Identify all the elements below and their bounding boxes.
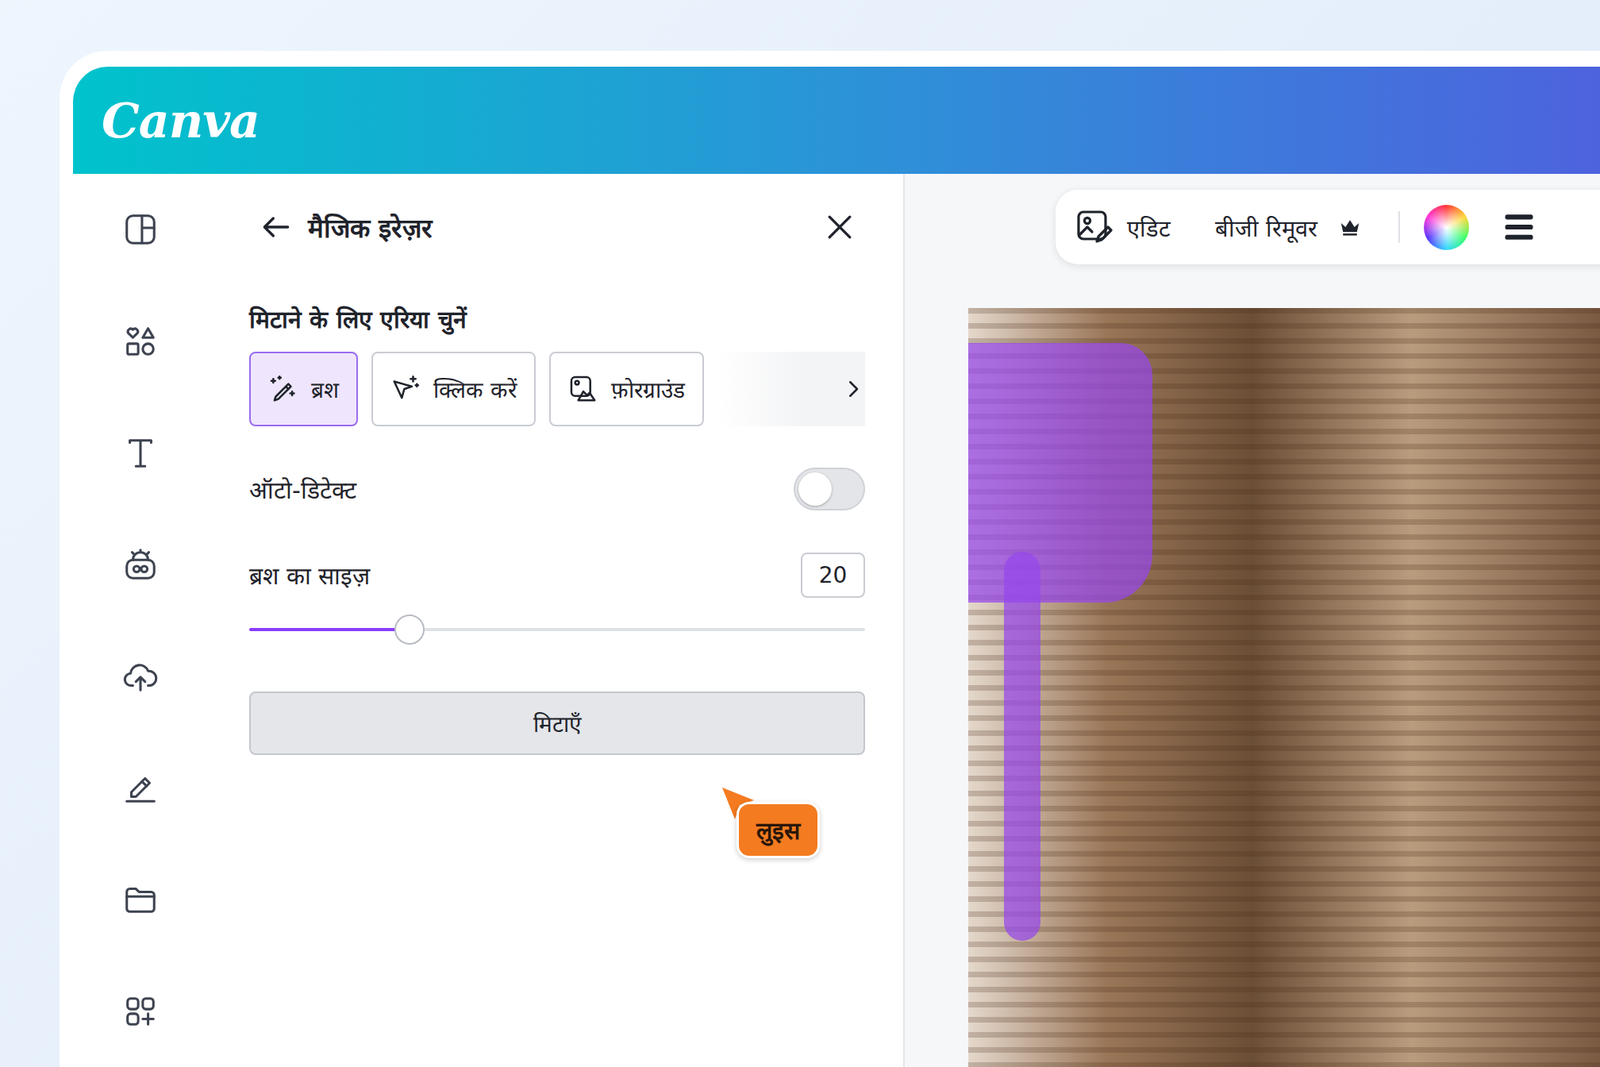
editor-body: मैजिक इरेज़र मिटाने के लिए एरिया चुनें ब्र… bbox=[73, 173, 1600, 1067]
app-window: Canva मैजिक इरेज़र मिटाने के लिए एरिया चुन… bbox=[59, 50, 1600, 1067]
magic-click-icon bbox=[390, 373, 421, 404]
brand-icon[interactable] bbox=[122, 546, 159, 583]
edit-button[interactable]: एडिट bbox=[1074, 207, 1171, 247]
auto-detect-row: ऑटो-डिटेक्ट bbox=[249, 467, 866, 511]
chevron-right-icon bbox=[841, 376, 866, 401]
bg-remover-label: बीजी रिमूवर bbox=[1215, 211, 1318, 243]
panel-title: मैजिक इरेज़र bbox=[307, 209, 434, 246]
magic-brush-icon bbox=[268, 373, 299, 404]
back-arrow-icon[interactable] bbox=[258, 209, 294, 245]
auto-detect-toggle[interactable] bbox=[793, 467, 866, 511]
toggle-knob bbox=[798, 472, 832, 506]
collaborator-cursor: लुइस bbox=[719, 784, 758, 823]
brush-stroke bbox=[968, 342, 1153, 603]
more-modes-button[interactable] bbox=[717, 351, 866, 427]
mode-label: क्लिक करें bbox=[433, 373, 517, 404]
rail-item[interactable] bbox=[73, 731, 208, 844]
rail-item[interactable] bbox=[73, 173, 208, 286]
rail-item[interactable] bbox=[73, 285, 208, 398]
photo[interactable] bbox=[968, 307, 1600, 1067]
menu-icon[interactable] bbox=[1502, 210, 1536, 244]
canva-logo[interactable]: Canva bbox=[101, 92, 260, 149]
auto-detect-label: ऑटो-डिटेक्ट bbox=[249, 473, 357, 506]
image-toolbar: एडिट बीजी रिमूवर bbox=[1055, 189, 1600, 265]
mode-label: ब्रश bbox=[311, 373, 339, 404]
rail-item[interactable] bbox=[73, 508, 208, 621]
color-wheel-icon[interactable] bbox=[1423, 204, 1470, 250]
uploads-icon[interactable] bbox=[122, 657, 159, 695]
click-mode-button[interactable]: क्लिक करें bbox=[371, 351, 536, 427]
mode-label: फ़ोरग्राउंड bbox=[611, 373, 685, 404]
text-icon[interactable] bbox=[122, 434, 159, 472]
rail-item[interactable] bbox=[73, 954, 208, 1067]
side-rail bbox=[73, 173, 208, 1067]
foreground-image-icon bbox=[568, 373, 599, 404]
collaborator-name: लुइस bbox=[736, 801, 820, 858]
brush-size-row: ब्रश का साइज़ 20 bbox=[249, 552, 866, 598]
slider-fill bbox=[249, 627, 410, 631]
slider-thumb[interactable] bbox=[394, 614, 425, 645]
magic-eraser-panel: मैजिक इरेज़र मिटाने के लिए एरिया चुनें ब्र… bbox=[207, 173, 905, 1067]
foreground-mode-button[interactable]: फ़ोरग्राउंड bbox=[549, 351, 704, 427]
projects-icon[interactable] bbox=[122, 880, 159, 918]
rail-item[interactable] bbox=[73, 396, 208, 509]
section-label: मिटाने के लिए एरिया चुनें bbox=[249, 303, 866, 336]
bg-remover-button[interactable]: बीजी रिमूवर bbox=[1215, 211, 1362, 243]
brush-stroke bbox=[1003, 551, 1041, 941]
slider-track bbox=[249, 627, 866, 631]
apps-icon[interactable] bbox=[122, 992, 159, 1030]
rail-item[interactable] bbox=[73, 843, 208, 956]
edit-label: एडिट bbox=[1126, 211, 1171, 243]
close-icon[interactable] bbox=[822, 209, 858, 245]
draw-icon[interactable] bbox=[122, 769, 159, 806]
page: Canva मैजिक इरेज़र मिटाने के लिए एरिया चुन… bbox=[0, 0, 1600, 1067]
rail-item[interactable] bbox=[73, 620, 208, 733]
toolbar-divider bbox=[1398, 211, 1400, 243]
erase-button[interactable]: मिटाएँ bbox=[249, 691, 866, 755]
elements-icon[interactable] bbox=[122, 323, 159, 360]
brush-size-slider[interactable] bbox=[249, 614, 866, 645]
brush-size-label: ब्रश का साइज़ bbox=[249, 558, 370, 592]
image-edit-icon bbox=[1074, 207, 1113, 247]
canvas-area: एडिट बीजी रिमूवर bbox=[904, 173, 1600, 1067]
mode-row: ब्रश क्लिक करें फ़ोरग्राउंड bbox=[249, 351, 866, 427]
panel-header: मैजिक इरेज़र bbox=[249, 203, 866, 251]
crown-icon bbox=[1338, 215, 1362, 239]
design-icon[interactable] bbox=[122, 211, 159, 248]
header: Canva bbox=[73, 66, 1600, 174]
brush-mode-button[interactable]: ब्रश bbox=[249, 351, 358, 427]
brush-size-input[interactable]: 20 bbox=[800, 552, 866, 598]
